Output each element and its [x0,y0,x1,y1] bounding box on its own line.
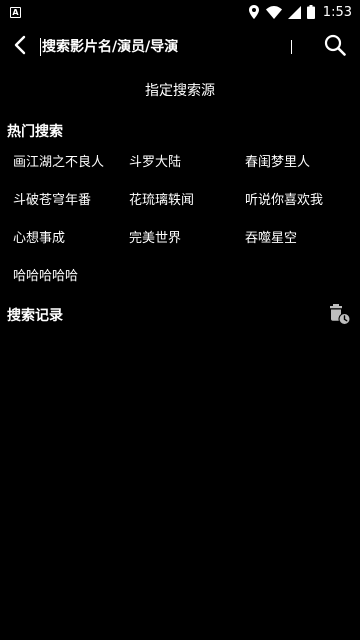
search-field-container [40,24,291,70]
hot-search-title: 热门搜索 [7,124,63,140]
hot-search-item[interactable]: 画江湖之不良人 [13,150,129,188]
hot-search-item[interactable]: 心想事成 [13,226,129,264]
hot-search-item[interactable]: 完美世界 [129,226,245,264]
toolbar-divider [291,40,292,54]
signal-icon [287,5,301,19]
specify-source-button[interactable]: 指定搜索源 [0,78,360,104]
search-history-title: 搜索记录 [7,308,63,324]
hot-search-list: 画江湖之不良人 斗罗大陆 春闺梦里人 斗破苍穹年番 花琉璃轶闻 听说你喜欢我 心… [13,150,353,302]
hot-search-item[interactable]: 斗破苍穹年番 [13,188,129,226]
status-bar: A 1:53 [0,0,360,24]
location-icon [248,5,260,19]
status-left: A [10,6,21,18]
hot-search-item[interactable]: 哈哈哈哈哈 [13,264,129,302]
clear-history-button[interactable] [326,302,354,330]
search-button[interactable] [312,24,358,70]
text-caret [40,38,41,56]
back-button[interactable] [0,24,40,70]
hot-search-item[interactable]: 听说你喜欢我 [245,188,353,226]
hot-search-item[interactable]: 花琉璃轶闻 [129,188,245,226]
search-toolbar [0,24,360,70]
hot-search-item[interactable]: 吞噬星空 [245,226,353,264]
hot-search-item[interactable]: 斗罗大陆 [129,150,245,188]
trash-clock-icon [328,302,352,330]
hot-search-item[interactable]: 春闺梦里人 [245,150,353,188]
search-input[interactable] [42,39,287,55]
status-right: 1:53 [248,5,352,20]
wifi-icon [265,5,282,19]
chevron-left-icon [13,35,27,59]
notification-app-icon: A [10,6,21,18]
status-time: 1:53 [322,4,352,20]
battery-icon [306,5,315,19]
search-icon [324,34,346,60]
